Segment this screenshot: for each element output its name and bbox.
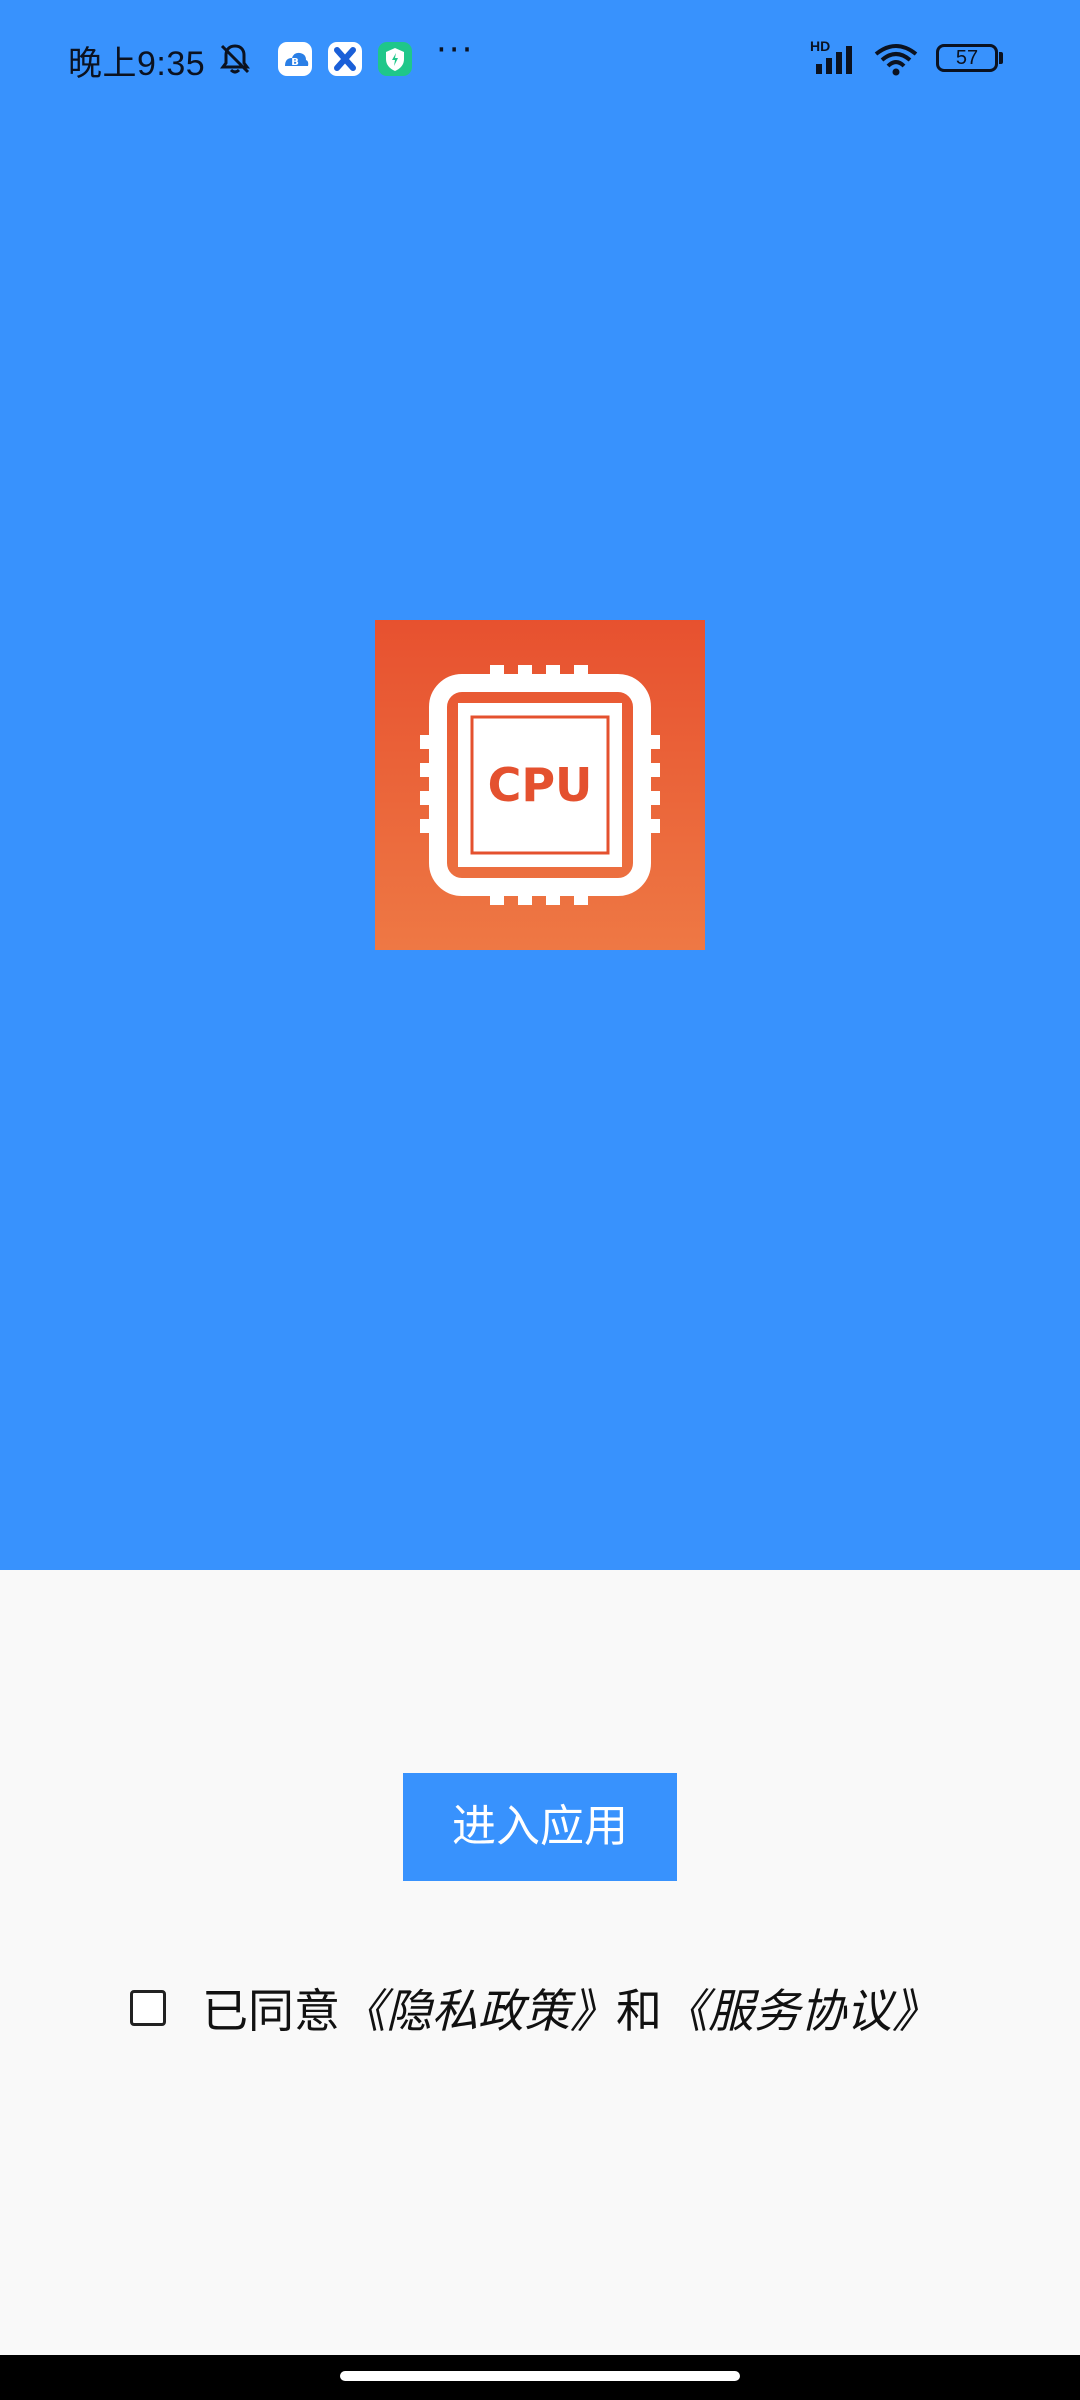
- svg-text:B: B: [291, 57, 299, 68]
- consent-prefix: 已同意: [202, 1984, 340, 2038]
- shield-app-icon: [378, 42, 412, 76]
- home-indicator[interactable]: [340, 2371, 740, 2381]
- consent-conjunction: 和: [616, 1984, 662, 2038]
- battery-cap: [999, 52, 1003, 64]
- service-agreement-link[interactable]: 《服务协议》: [662, 1975, 938, 2041]
- navigation-bar: [0, 2355, 1080, 2400]
- signal-icon: [816, 46, 852, 74]
- consent-checkbox[interactable]: [130, 1990, 166, 2026]
- more-notifications-icon: ···: [436, 30, 475, 70]
- app-logo: CPU: [375, 620, 705, 950]
- splash-screen: 晚上9:35 B ··· HD 57 CPU 进入应用 已同意 《隐私政策》 和…: [0, 0, 1080, 2400]
- consent-row: 已同意 《隐私政策》 和 《服务协议》: [130, 1978, 938, 2038]
- privacy-policy-link[interactable]: 《隐私政策》: [340, 1975, 616, 2041]
- status-time: 晚上9:35: [68, 45, 206, 83]
- enter-app-button[interactable]: 进入应用: [403, 1773, 677, 1881]
- battery-icon: 57: [936, 44, 998, 72]
- hero-background: 晚上9:35 B ··· HD 57 CPU: [0, 0, 1080, 1570]
- mute-icon: [220, 44, 250, 74]
- logo-text: CPU: [487, 758, 593, 812]
- wifi-icon: [874, 44, 918, 76]
- x-app-icon: [328, 42, 362, 76]
- status-bar: 晚上9:35 B ··· HD 57: [0, 0, 1080, 120]
- cloud-app-icon: B: [278, 42, 312, 76]
